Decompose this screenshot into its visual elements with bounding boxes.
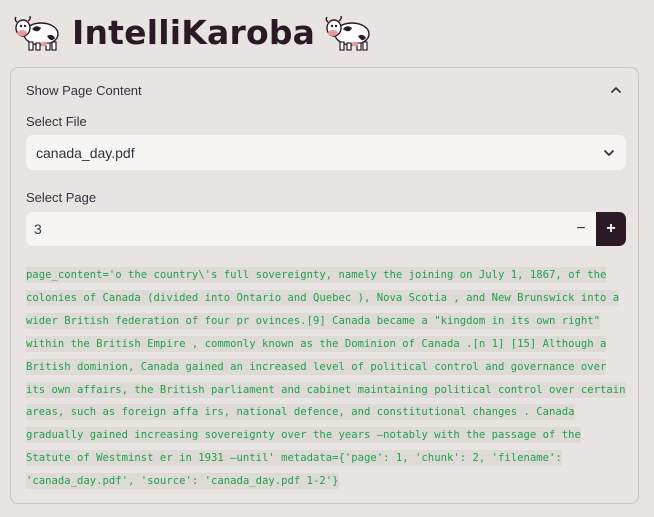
select-file-label: Select File [26, 114, 87, 129]
page-content-expander: Show Page Content Select File canada_day… [10, 67, 639, 504]
page-content-code: page_content='o the country\'s full sove… [26, 267, 626, 490]
page-number-input-group: 3 − + [26, 212, 626, 246]
decrement-button[interactable]: − [566, 212, 596, 246]
select-page-label: Select Page [26, 190, 97, 205]
expander-header[interactable]: Show Page Content [26, 80, 623, 100]
expander-label: Show Page Content [26, 82, 142, 98]
chevron-down-icon [604, 149, 614, 156]
file-select[interactable]: canada_day.pdf [26, 135, 626, 170]
app-title: IntelliKaroba [14, 8, 373, 56]
increment-button[interactable]: + [596, 212, 626, 246]
page-number-input[interactable]: 3 [26, 212, 566, 246]
page-content-text: page_content='o the country\'s full sove… [26, 264, 626, 493]
app-page: IntelliKaroba Show Page Content Select F [0, 0, 654, 517]
chevron-up-icon [611, 87, 621, 93]
cow-icon [325, 15, 370, 51]
file-select-value: canada_day.pdf [36, 144, 135, 161]
cow-icon [14, 15, 59, 51]
app-title-text: IntelliKaroba [72, 12, 316, 52]
